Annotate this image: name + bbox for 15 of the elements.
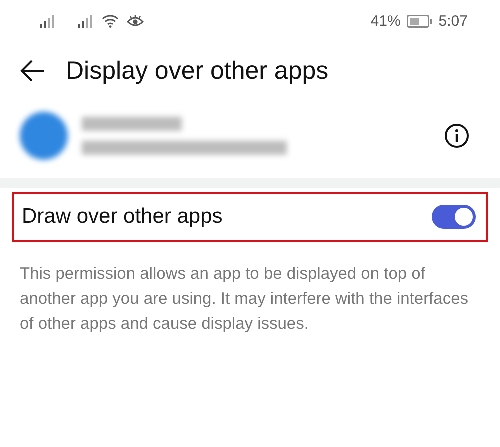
eye-icon bbox=[127, 14, 144, 28]
permission-description: This permission allows an app to be displayed on top of another app you are using. It may interfere with the interfaces of other apps and cause display issues. bbox=[20, 264, 470, 335]
battery-percent: 41% bbox=[370, 12, 401, 30]
wifi-icon bbox=[102, 14, 119, 28]
back-button[interactable] bbox=[20, 58, 46, 84]
signal-icon bbox=[78, 14, 94, 28]
app-icon bbox=[20, 112, 68, 160]
toggle-switch[interactable] bbox=[432, 205, 476, 229]
signal-icon bbox=[40, 14, 56, 28]
info-button[interactable] bbox=[444, 123, 470, 149]
setting-row[interactable]: Draw over other apps bbox=[12, 192, 488, 242]
page-title: Display over other apps bbox=[66, 56, 329, 86]
battery-icon bbox=[406, 14, 433, 28]
setting-label: Draw over other apps bbox=[22, 205, 223, 229]
clock-time: 5:07 bbox=[438, 12, 468, 30]
